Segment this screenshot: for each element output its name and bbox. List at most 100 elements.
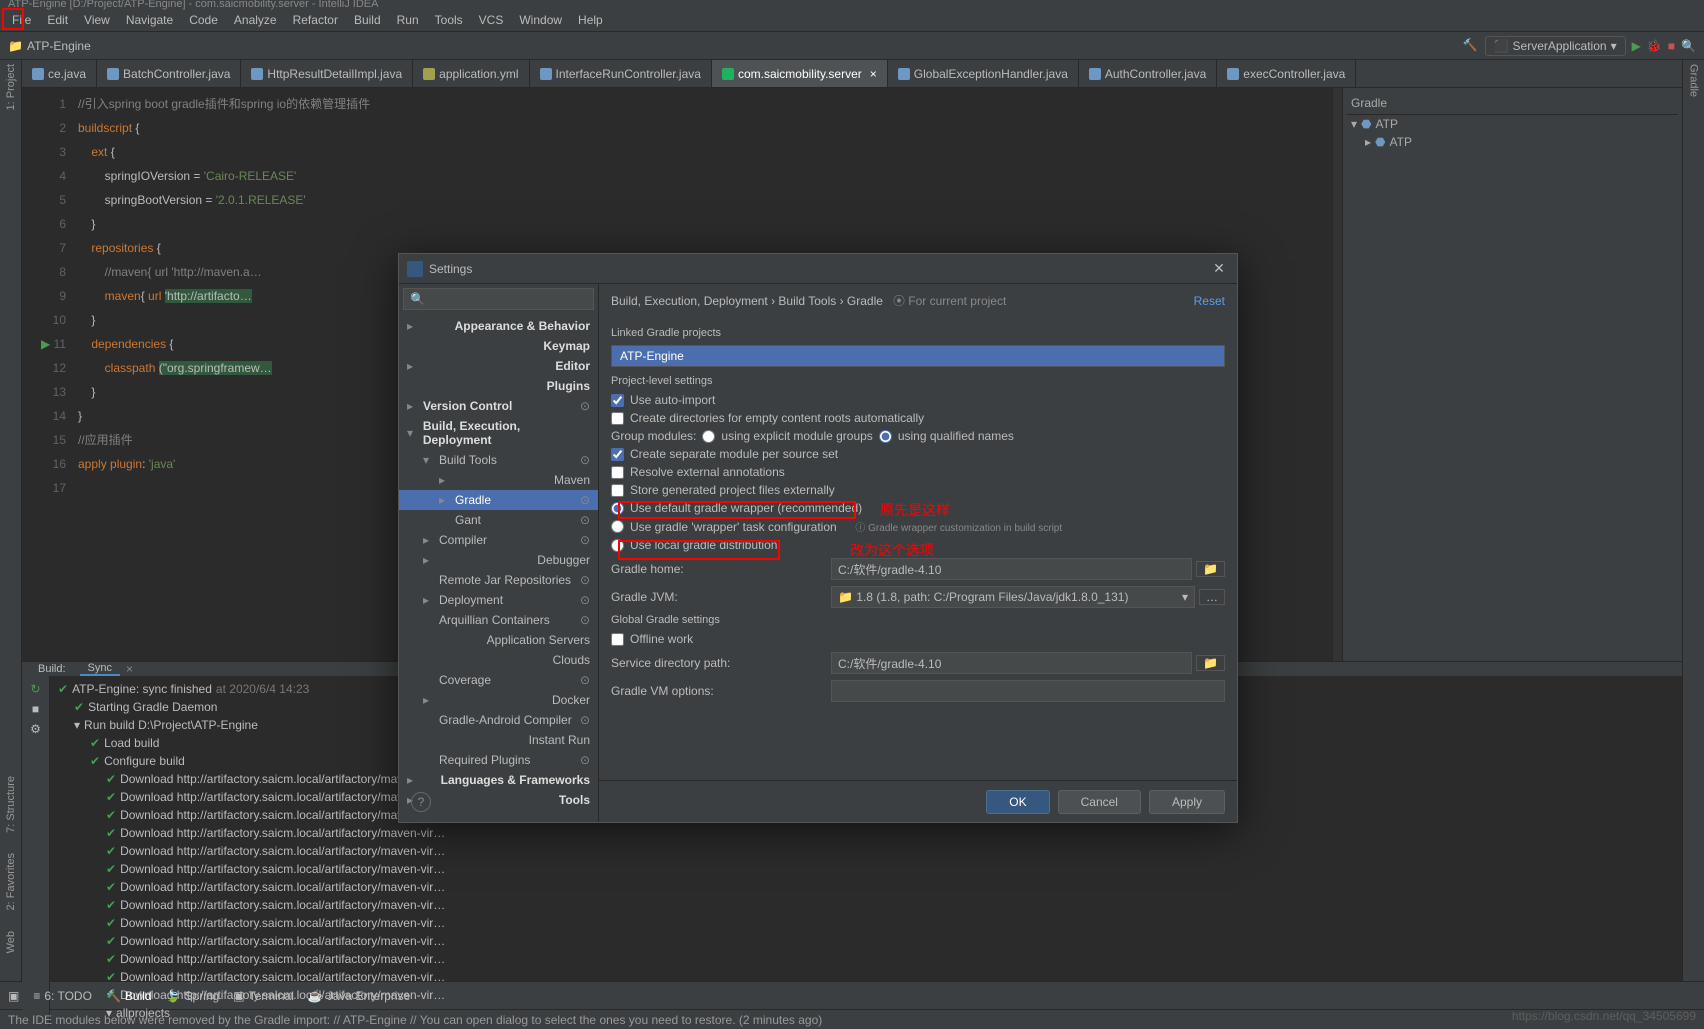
stop-icon[interactable]: ■ [1668, 39, 1675, 53]
editor-tab[interactable]: GlobalExceptionHandler.java [888, 60, 1079, 87]
cancel-button[interactable]: Cancel [1058, 790, 1141, 814]
help-button[interactable]: ? [411, 792, 431, 812]
gradle-home-input[interactable] [831, 558, 1192, 580]
settings-item-gradle-android-compiler[interactable]: Gradle-Android Compiler⊙ [399, 710, 598, 730]
settings-item-build-execution-deployment[interactable]: ▾Build, Execution, Deployment [399, 416, 598, 450]
menu-window[interactable]: Window [511, 13, 570, 27]
settings-item-appearance-behavior[interactable]: ▸Appearance & Behavior [399, 316, 598, 336]
settings-item-editor[interactable]: ▸Editor [399, 356, 598, 376]
menu-analyze[interactable]: Analyze [226, 13, 285, 27]
settings-item-debugger[interactable]: ▸Debugger [399, 550, 598, 570]
settings-item-plugins[interactable]: Plugins [399, 376, 598, 396]
settings-item-gradle[interactable]: ▸Gradle⊙ [399, 490, 598, 510]
menu-refactor[interactable]: Refactor [285, 13, 346, 27]
build-node[interactable]: ✔ Download http://artifactory.saicm.loca… [58, 932, 1674, 950]
menu-tools[interactable]: Tools [427, 13, 471, 27]
rerun-icon[interactable]: ↻ [30, 682, 40, 696]
auto-import-checkbox[interactable] [611, 394, 624, 407]
run-icon[interactable]: ▶ [1632, 39, 1641, 53]
settings-item-required-plugins[interactable]: Required Plugins⊙ [399, 750, 598, 770]
breadcrumb-project[interactable]: ATP-Engine [27, 39, 91, 53]
build-node[interactable]: ✔ Download http://artifactory.saicm.loca… [58, 878, 1674, 896]
editor-tab[interactable]: application.yml [413, 60, 529, 87]
build-node[interactable]: ✔ Download http://artifactory.saicm.loca… [58, 986, 1674, 1004]
build-icon[interactable]: 🔨 [1463, 38, 1479, 54]
editor-tab[interactable]: InterfaceRunController.java [530, 60, 712, 87]
stop-build-icon[interactable]: ■ [32, 702, 39, 716]
menu-help[interactable]: Help [570, 13, 611, 27]
build-node[interactable]: ✔ Download http://artifactory.saicm.loca… [58, 824, 1674, 842]
search-icon[interactable]: 🔍 [1681, 39, 1696, 53]
settings-item-application-servers[interactable]: Application Servers [399, 630, 598, 650]
browse-svc-button[interactable]: 📁 [1196, 655, 1225, 671]
settings-item-keymap[interactable]: Keymap [399, 336, 598, 356]
gradle-tool-button[interactable]: Gradle [1688, 64, 1700, 97]
settings-item-deployment[interactable]: ▸Deployment⊙ [399, 590, 598, 610]
settings-item-version-control[interactable]: ▸Version Control⊙ [399, 396, 598, 416]
debug-icon[interactable]: 🐞 [1647, 39, 1662, 53]
ok-button[interactable]: OK [986, 790, 1049, 814]
tool-window-toggle[interactable]: ▣ [8, 989, 19, 1003]
bottom-tool-spring[interactable]: 🍃Spring [166, 989, 220, 1003]
sync-tab[interactable]: Sync [80, 662, 120, 676]
build-node[interactable]: ✔ Download http://artifactory.saicm.loca… [58, 968, 1674, 986]
settings-item-gant[interactable]: Gant⊙ [399, 510, 598, 530]
structure-tool-button[interactable]: 7: Structure [5, 776, 17, 833]
default-wrapper-radio[interactable] [611, 502, 624, 515]
gradle-panel[interactable]: Gradle ▾⬣ATP ▸⬣ATP [1342, 88, 1682, 661]
settings-item-docker[interactable]: ▸Docker [399, 690, 598, 710]
bottom-tool-javaenterprise[interactable]: ☕Java Enterprise [308, 989, 410, 1003]
settings-item-arquillian-containers[interactable]: Arquillian Containers⊙ [399, 610, 598, 630]
separate-module-checkbox[interactable] [611, 448, 624, 461]
gradle-root-node[interactable]: ▾⬣ATP [1347, 115, 1678, 133]
store-external-checkbox[interactable] [611, 484, 624, 497]
bottom-tool-build[interactable]: 🔨Build [106, 989, 152, 1003]
build-node[interactable]: ✔ Download http://artifactory.saicm.loca… [58, 842, 1674, 860]
resolve-annotations-checkbox[interactable] [611, 466, 624, 479]
run-config-selector[interactable]: ⬛ ServerApplication ▾ [1485, 36, 1626, 56]
menu-build[interactable]: Build [346, 13, 389, 27]
reset-link[interactable]: Reset [1194, 294, 1225, 308]
menu-navigate[interactable]: Navigate [118, 13, 181, 27]
settings-item-languages-frameworks[interactable]: ▸Languages & Frameworks [399, 770, 598, 790]
menu-file[interactable]: File [4, 13, 39, 27]
close-tab-icon[interactable]: × [870, 67, 877, 81]
browse-home-button[interactable]: 📁 [1196, 561, 1225, 577]
linked-projects-list[interactable]: ATP-Engine [611, 345, 1225, 367]
settings-item-instant-run[interactable]: Instant Run [399, 730, 598, 750]
settings-item-clouds[interactable]: Clouds [399, 650, 598, 670]
service-dir-input[interactable] [831, 652, 1192, 674]
web-tool-button[interactable]: Web [5, 931, 17, 953]
explicit-groups-radio[interactable] [702, 430, 715, 443]
favorites-tool-button[interactable]: 2: Favorites [5, 853, 17, 910]
build-node[interactable]: ✔ Download http://artifactory.saicm.loca… [58, 914, 1674, 932]
create-dirs-checkbox[interactable] [611, 412, 624, 425]
menu-vcs[interactable]: VCS [471, 13, 512, 27]
close-icon[interactable]: ✕ [1209, 259, 1229, 279]
scrollbar-marks[interactable] [1332, 88, 1342, 661]
build-node[interactable]: ✔ Download http://artifactory.saicm.loca… [58, 950, 1674, 968]
build-node[interactable]: ✔ Download http://artifactory.saicm.loca… [58, 896, 1674, 914]
editor-tab[interactable]: com.saicmobility.server× [712, 60, 888, 87]
settings-item-build-tools[interactable]: ▾Build Tools⊙ [399, 450, 598, 470]
settings-item-coverage[interactable]: Coverage⊙ [399, 670, 598, 690]
editor-tab[interactable]: ce.java [22, 60, 97, 87]
build-node[interactable]: ✔ Download http://artifactory.saicm.loca… [58, 860, 1674, 878]
settings-search[interactable]: 🔍 [403, 288, 594, 310]
search-input[interactable] [429, 292, 587, 306]
menu-view[interactable]: View [76, 13, 118, 27]
offline-work-checkbox[interactable] [611, 633, 624, 646]
editor-tab[interactable]: AuthController.java [1079, 60, 1217, 87]
menu-run[interactable]: Run [389, 13, 427, 27]
menu-code[interactable]: Code [181, 13, 226, 27]
vm-options-input[interactable] [831, 680, 1225, 702]
settings-item-remote-jar-repositories[interactable]: Remote Jar Repositories⊙ [399, 570, 598, 590]
settings-item-compiler[interactable]: ▸Compiler⊙ [399, 530, 598, 550]
editor-tab[interactable]: BatchController.java [97, 60, 241, 87]
filter-icon[interactable]: ⚙ [30, 722, 41, 736]
gradle-jvm-combo[interactable]: 📁 1.8 (1.8, path: C:/Program Files/Java/… [831, 586, 1195, 608]
bottom-tool-todo[interactable]: ≡6: TODO [33, 989, 92, 1003]
qualified-names-radio[interactable] [879, 430, 892, 443]
bottom-tool-terminal[interactable]: ▣Terminal [233, 989, 294, 1003]
browse-jvm-button[interactable]: … [1199, 589, 1225, 605]
